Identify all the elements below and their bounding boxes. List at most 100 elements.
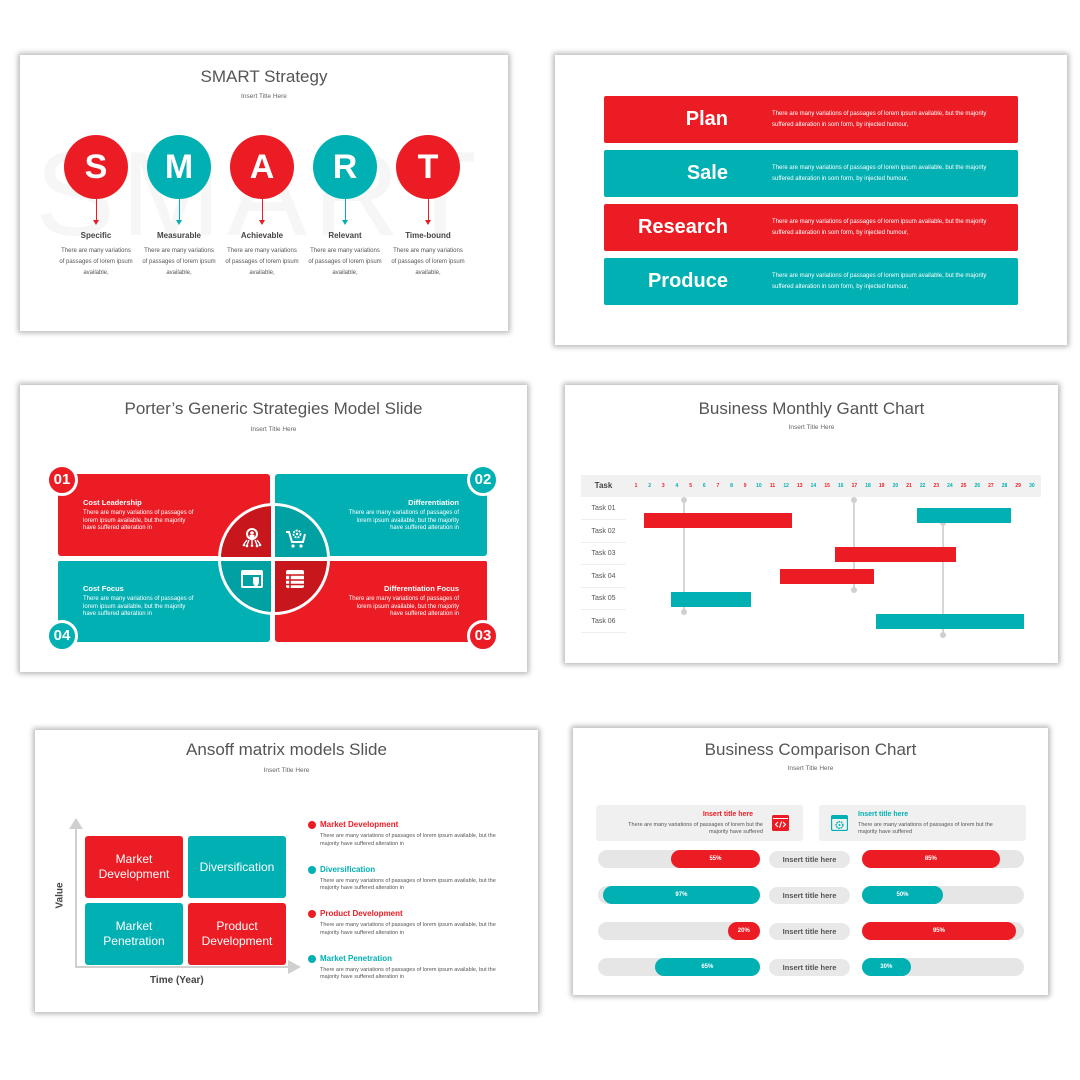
milestone-dot xyxy=(680,497,687,503)
right-bar-fill: 30% xyxy=(862,958,911,976)
arrow-down-icon xyxy=(92,199,99,225)
smart-letter-circle: R xyxy=(313,135,377,199)
day-tick-label: 21 xyxy=(906,483,912,489)
plan-label: Sale xyxy=(686,162,728,184)
smart-letter-circle: M xyxy=(147,135,211,199)
day-tick-label: 1 xyxy=(634,483,638,489)
left-bar-fill: 97% xyxy=(602,886,760,904)
business-comparison-slide[interactable]: Business Comparison Chart Insert Title H… xyxy=(573,728,1048,995)
porter-subtitle: Insert Title Here xyxy=(250,426,297,433)
left-bar-track: 97% xyxy=(598,886,760,904)
matrix-box: Diversification xyxy=(188,836,286,898)
smart-letter-circle: S xyxy=(64,135,128,199)
arrow-down-icon xyxy=(258,199,265,225)
arrow-down-icon xyxy=(175,199,182,225)
row-category-label: Insert title here xyxy=(769,850,850,868)
number-badge: 02 xyxy=(467,464,499,496)
legend-title: Market Development xyxy=(320,820,399,829)
task-row-label: Task 04 xyxy=(581,566,626,588)
day-tick-label: 25 xyxy=(960,483,967,489)
milestone-dot xyxy=(680,609,687,616)
smart-desc: There are many variations of passages of… xyxy=(59,248,133,276)
day-tick-label: 26 xyxy=(974,483,981,489)
divider-horizontal xyxy=(58,557,490,561)
day-tick-label: 27 xyxy=(988,483,994,489)
milestone-dot xyxy=(940,631,947,638)
plan-desc: There are many variations of passages of… xyxy=(772,165,987,182)
plan-row: Sale There are many variations of passage… xyxy=(604,150,1018,197)
gantt-header: Task 1 2 3 4 5 6 7 8 9 10 11 12 13 14 15 16 17 18 19 20 21 22… xyxy=(581,475,1041,497)
gantt-bar[interactable] xyxy=(916,508,1011,524)
compare-title: Business Comparison Chart xyxy=(704,740,917,759)
smart-desc: There are many variations of passages of… xyxy=(391,248,465,276)
x-axis xyxy=(75,966,290,968)
code-window-icon xyxy=(772,815,789,831)
right-bar-fill: 50% xyxy=(862,886,943,904)
porter-strategies-slide[interactable]: Porter’s Generic Strategies Model Slide … xyxy=(20,385,527,672)
smart-item: T Time-bound There are many variations of … xyxy=(388,135,468,279)
day-tick-label: 4 xyxy=(675,483,679,489)
number-badge: 04 xyxy=(46,620,78,652)
right-bar-track: 50% xyxy=(862,886,1024,904)
day-tick-label: 13 xyxy=(797,483,803,489)
day-tick-label: 14 xyxy=(810,483,817,489)
legend-desc: There are many variations of passages of… xyxy=(320,877,496,892)
gantt-bar[interactable] xyxy=(670,591,752,607)
left-bar-track: 20% xyxy=(598,922,760,940)
day-tick-label: 23 xyxy=(933,483,940,489)
quadrant-title: Differentiation Focus xyxy=(383,584,459,593)
task-column-header: Task xyxy=(594,481,613,490)
cart-gear-icon xyxy=(286,529,306,548)
smart-title: SMART Strategy xyxy=(200,67,328,86)
gantt-bar[interactable] xyxy=(875,614,1025,629)
gantt-bar[interactable] xyxy=(643,512,793,528)
plan-sale-slide[interactable]: Plan There are many variations of passage… xyxy=(555,55,1067,345)
legend-desc: There are many variations of passages of… xyxy=(320,966,496,981)
milestone-dot xyxy=(851,497,858,503)
number-badge: 01 xyxy=(46,464,78,496)
card-title: Insert title here xyxy=(702,811,753,818)
plan-desc: There are many variations of passages of… xyxy=(772,111,987,128)
arrow-down-icon xyxy=(424,199,431,225)
gantt-bar[interactable] xyxy=(780,569,875,584)
task-row-label: Task 06 xyxy=(581,611,626,633)
gantt-bar[interactable] xyxy=(834,546,956,562)
matrix-box: Market Development xyxy=(85,836,183,898)
card-title: Insert title here xyxy=(858,811,909,818)
smart-label: Specific xyxy=(80,231,112,240)
legend-desc: There are many variations of passages of… xyxy=(320,922,496,936)
server-list-icon xyxy=(286,570,304,588)
right-bar-track: 95% xyxy=(862,922,1024,940)
row-category-label: Insert title here xyxy=(769,886,850,904)
x-axis-label: Time (Year) xyxy=(150,975,204,986)
day-tick-label: 17 xyxy=(851,483,858,489)
day-tick-label: 2 xyxy=(648,483,652,489)
legend-dot-icon xyxy=(308,954,316,963)
legend-title: Diversification xyxy=(320,864,376,874)
task-row-label: Task 02 xyxy=(581,521,626,543)
smart-item: R Relevant There are many variations of pa… xyxy=(305,135,385,279)
day-tick-label: 11 xyxy=(769,483,776,489)
smart-label: Measurable xyxy=(156,231,202,240)
matrix-box: Product Development xyxy=(188,903,286,965)
task-row-label: Task 01 xyxy=(581,498,626,520)
y-axis xyxy=(75,828,77,968)
ansoff-title: Ansoff matrix models Slide xyxy=(186,740,387,759)
card-desc: There are many variations of passages of… xyxy=(858,822,993,835)
right-bar-track: 85% xyxy=(862,850,1024,868)
plan-label: Research xyxy=(637,216,728,238)
browser-shield-icon xyxy=(241,570,263,588)
porter-title: Porter’s Generic Strategies Model Slide xyxy=(124,399,423,418)
day-tick-label: 16 xyxy=(837,483,844,489)
quadrant-title: Cost Focus xyxy=(83,584,124,593)
compare-subtitle: Insert Title Here xyxy=(787,765,834,772)
left-bar-track: 55% xyxy=(598,850,760,868)
gantt-chart-slide[interactable]: Business Monthly Gantt Chart Insert Titl… xyxy=(565,385,1058,663)
day-tick-label: 5 xyxy=(689,483,692,489)
task-row-label: Task 03 xyxy=(581,543,626,565)
right-info-card: Insert title here There are many variati… xyxy=(819,805,1026,841)
smart-strategy-slide[interactable]: SMART SMART Strategy Insert Title Here S… xyxy=(20,55,508,331)
smart-item: S Specific There are many variations of pa… xyxy=(56,135,136,279)
row-category-label: Insert title here xyxy=(769,958,850,976)
ansoff-matrix-slide[interactable]: Ansoff matrix models Slide Insert Title … xyxy=(35,730,538,1012)
